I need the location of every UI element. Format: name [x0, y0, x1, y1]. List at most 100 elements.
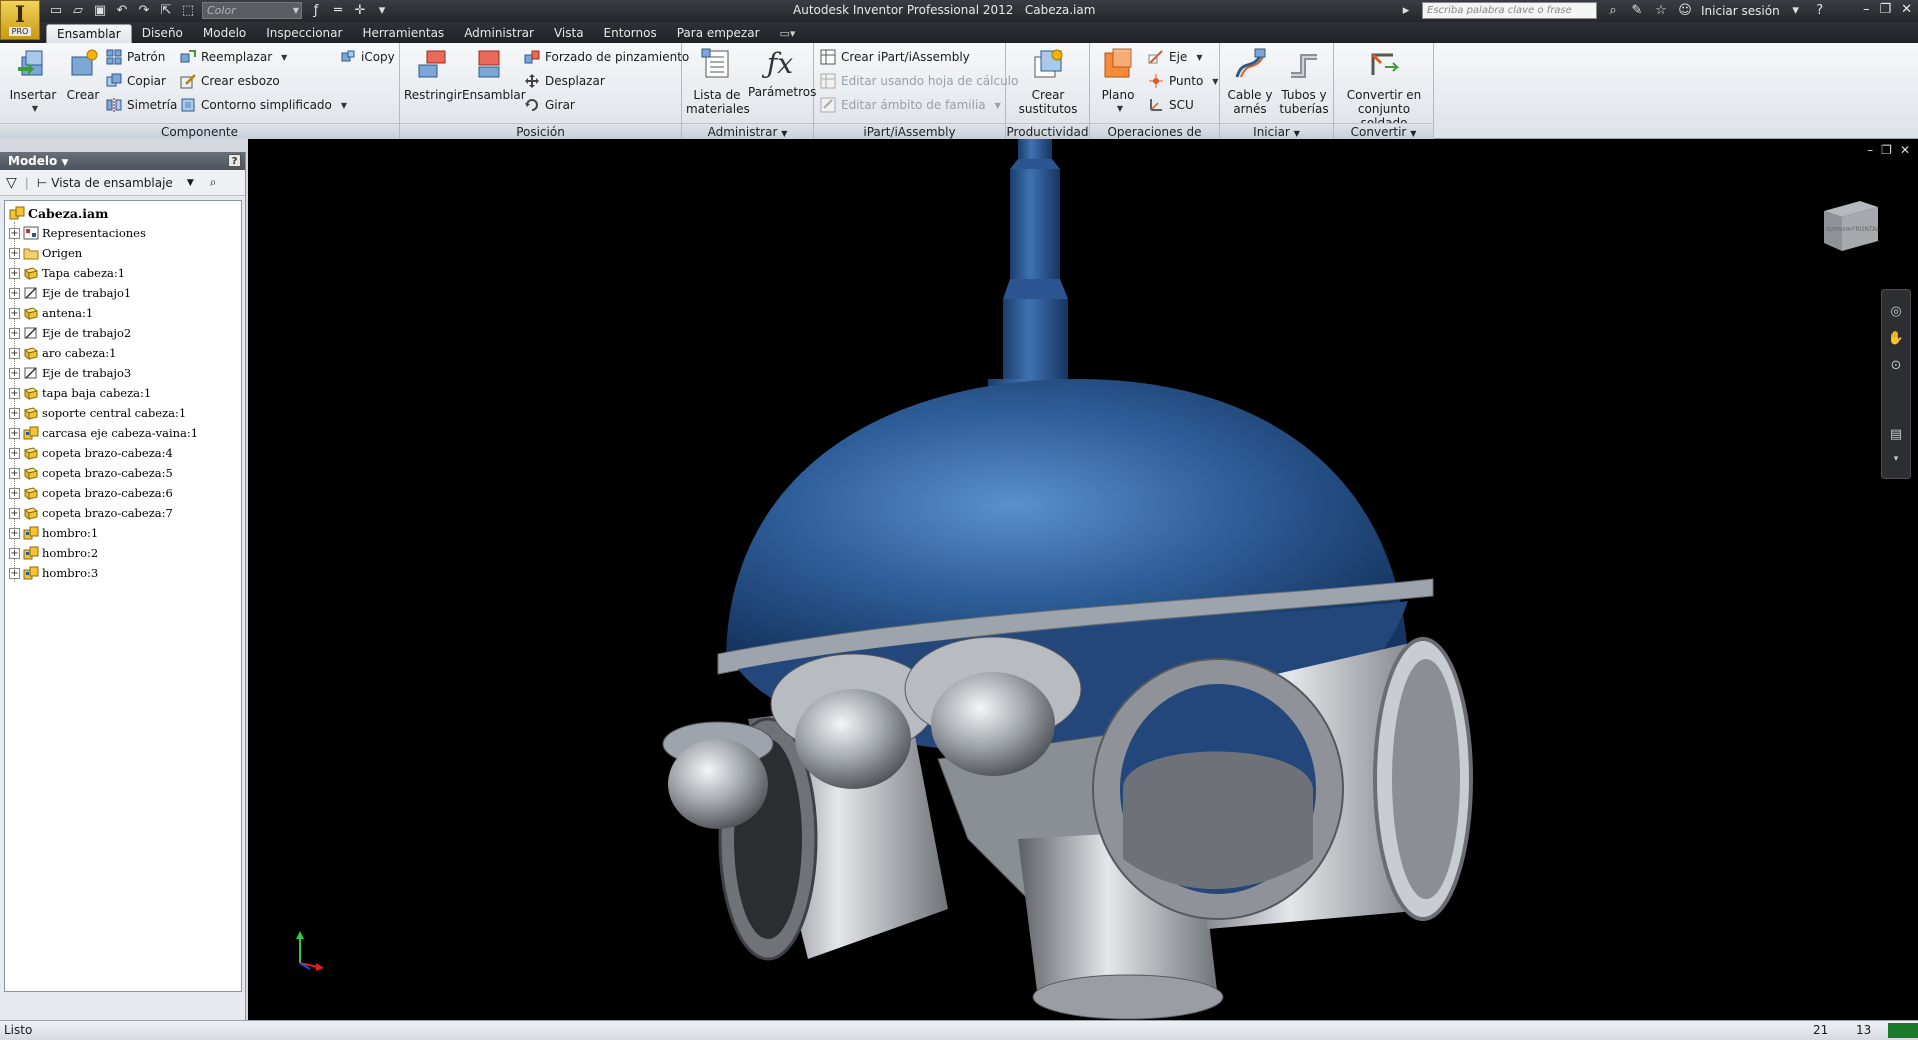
browser-view-dropdown[interactable]: ⊢ Vista de ensamblaje ▼ — [37, 176, 194, 190]
panel-administrar-label[interactable]: Administrar ▼ — [682, 123, 813, 139]
open-file-icon[interactable]: ▱ — [70, 3, 86, 19]
lista-materiales-button[interactable]: Lista de materiales — [686, 47, 750, 116]
browser-title[interactable]: Modelo — [8, 154, 57, 168]
search-expand-icon[interactable]: ▸ — [1398, 3, 1414, 19]
tree-item[interactable]: + Representaciones — [5, 223, 241, 243]
insertar-button[interactable]: Insertar ▼ — [6, 47, 60, 116]
punto-button[interactable]: Punto ▼ — [1148, 73, 1218, 89]
crear-button[interactable]: Crear — [62, 47, 104, 102]
contorno-simplificado-button[interactable]: Contorno simplificado ▼ — [180, 97, 347, 113]
tab-diseno[interactable]: Diseño — [132, 24, 193, 43]
tree-item[interactable]: + Eje de trabajo1 — [5, 283, 241, 303]
help-icon[interactable]: ? — [1812, 3, 1828, 19]
tree-item[interactable]: + carcasa eje cabeza-vaina:1 — [5, 423, 241, 443]
expand-toggle-icon[interactable]: + — [9, 287, 20, 299]
zoom-icon[interactable]: ⊙ — [1891, 358, 1902, 373]
eje-button[interactable]: Eje ▼ — [1148, 49, 1202, 65]
view-face-icon[interactable]: ▤ — [1890, 427, 1902, 442]
tree-item[interactable]: + Eje de trabajo3 — [5, 363, 241, 383]
expand-toggle-icon[interactable]: + — [9, 407, 20, 419]
tree-item[interactable]: + Origen — [5, 243, 241, 263]
assembly-model-render[interactable] — [248, 139, 1918, 1020]
expand-toggle-icon[interactable]: + — [9, 427, 20, 439]
sign-in-dropdown-icon[interactable]: ▾ — [1788, 3, 1804, 19]
forzado-pinzamiento-button[interactable]: Forzado de pinzamiento — [524, 49, 689, 65]
tree-item[interactable]: + hombro:2 — [5, 543, 241, 563]
expand-toggle-icon[interactable]: + — [9, 267, 20, 279]
icopy-button[interactable]: iCopy — [340, 49, 395, 65]
copeta-brazo-cabeza-5-part[interactable] — [668, 739, 768, 829]
select-icon[interactable]: ⬚ — [180, 3, 196, 19]
expand-toggle-icon[interactable]: + — [9, 367, 20, 379]
expand-toggle-icon[interactable]: + — [9, 247, 20, 259]
scu-button[interactable]: SCU — [1148, 97, 1194, 113]
antena-part[interactable] — [988, 139, 1083, 397]
ensamblar-button[interactable]: Ensamblar — [462, 47, 526, 102]
expand-toggle-icon[interactable]: + — [9, 467, 20, 479]
parametros-button[interactable]: ƒx Parámetros — [748, 47, 816, 99]
close-icon[interactable]: ✕ — [1901, 2, 1912, 17]
customize-qat-icon[interactable]: ▾ — [374, 3, 390, 19]
star-icon[interactable]: ☆ — [1653, 3, 1669, 19]
tubos-tuberias-button[interactable]: Tubos y tuberías — [1278, 47, 1330, 116]
patron-button[interactable]: Patrón — [106, 49, 165, 65]
ribbon-display-toggle-icon[interactable]: ▭▾ — [770, 25, 806, 43]
panel-componente-label[interactable]: Componente — [0, 123, 399, 139]
steering-wheel-icon[interactable]: ◎ — [1890, 304, 1901, 319]
panel-iniciar-label[interactable]: Iniciar ▼ — [1220, 123, 1333, 139]
girar-button[interactable]: Girar — [524, 97, 575, 113]
find-binoculars-icon[interactable]: ⌕ — [210, 175, 217, 190]
tree-item[interactable]: + copeta brazo-cabeza:6 — [5, 483, 241, 503]
navbar-menu-icon[interactable]: ▾ — [1894, 454, 1899, 464]
editar-ambito-button[interactable]: Editar ámbito de familia ▼ — [820, 97, 1001, 113]
redo-icon[interactable]: ↷ — [136, 3, 152, 19]
convertir-soldado-button[interactable]: Convertir en conjunto soldado — [1336, 47, 1432, 130]
expand-toggle-icon[interactable]: + — [9, 347, 20, 359]
copiar-button[interactable]: Copiar — [106, 73, 166, 89]
editar-hoja-calculo-button[interactable]: Editar usando hoja de cálculo — [820, 73, 1018, 89]
tree-item[interactable]: + hombro:1 — [5, 523, 241, 543]
tree-item[interactable]: + Eje de trabajo2 — [5, 323, 241, 343]
expand-toggle-icon[interactable]: + — [9, 547, 20, 559]
expand-toggle-icon[interactable]: + — [9, 507, 20, 519]
browser-help-icon[interactable]: ? — [228, 154, 241, 167]
tree-item[interactable]: + soporte central cabeza:1 — [5, 403, 241, 423]
tab-ensamblar[interactable]: Ensamblar — [46, 24, 132, 43]
plano-button[interactable]: Plano ▼ — [1094, 47, 1142, 116]
carcasa-eje-cabeza-vaina-part[interactable] — [1092, 658, 1344, 920]
search-input[interactable]: Escriba palabra clave o frase — [1422, 2, 1597, 19]
binoculars-icon[interactable]: ⌕ — [1605, 3, 1621, 19]
filter-icon[interactable]: ▽ — [6, 175, 17, 191]
user-icon[interactable]: ☺ — [1677, 3, 1693, 19]
tools-icon[interactable]: ✎ — [1629, 3, 1645, 19]
expand-toggle-icon[interactable]: + — [9, 527, 20, 539]
tab-para-empezar[interactable]: Para empezar — [667, 24, 770, 43]
expand-toggle-icon[interactable]: + — [9, 387, 20, 399]
crear-esbozo-button[interactable]: Crear esbozo — [180, 73, 280, 89]
tree-item[interactable]: + tapa baja cabeza:1 — [5, 383, 241, 403]
application-menu-button[interactable]: I PRO — [0, 0, 40, 40]
cable-arnes-button[interactable]: Cable y arnés — [1224, 47, 1276, 116]
reemplazar-button[interactable]: Reemplazar ▼ — [180, 49, 287, 65]
new-file-icon[interactable]: ▭ — [48, 3, 64, 19]
minimize-icon[interactable]: – — [1863, 2, 1870, 17]
expand-toggle-icon[interactable]: + — [9, 567, 20, 579]
save-icon[interactable]: ▣ — [92, 3, 108, 19]
panel-convertir-label[interactable]: Convertir ▼ — [1334, 123, 1433, 139]
line-weight-icon[interactable]: ═ — [330, 3, 346, 19]
desplazar-button[interactable]: Desplazar — [524, 73, 605, 89]
viewcube[interactable]: SUPERIOR FRONTAL — [1820, 197, 1882, 253]
tree-root[interactable]: Cabeza.iam — [5, 203, 241, 223]
sketch-icon[interactable]: ✛ — [352, 3, 368, 19]
tree-item[interactable]: + hombro:3 — [5, 563, 241, 583]
expand-toggle-icon[interactable]: + — [9, 487, 20, 499]
formula-icon[interactable]: ƒ — [308, 3, 324, 19]
color-combo[interactable]: Color — [202, 2, 302, 19]
graphics-viewport[interactable]: – ❐ ✕ SUPERIOR FRONTAL ◎ ✋ ⊙ ▤ ▾ — [248, 139, 1918, 1020]
tab-administrar[interactable]: Administrar — [454, 24, 544, 43]
tree-item[interactable]: + copeta brazo-cabeza:7 — [5, 503, 241, 523]
pan-hand-icon[interactable]: ✋ — [1888, 331, 1904, 346]
expand-toggle-icon[interactable]: + — [9, 327, 20, 339]
tree-item[interactable]: + antena:1 — [5, 303, 241, 323]
simetria-button[interactable]: Simetría — [106, 97, 177, 113]
